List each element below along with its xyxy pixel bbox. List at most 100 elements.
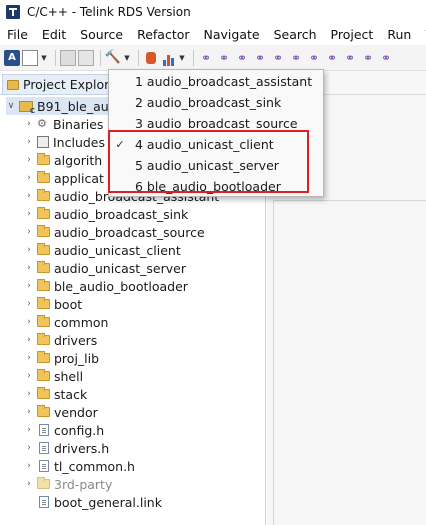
menu-item-config-active[interactable]: ✓ 4 audio_unicast_client	[109, 134, 323, 155]
tree-item-folder[interactable]: › stack	[24, 385, 87, 403]
tree-item-folder[interactable]: › audio_broadcast_source	[24, 223, 205, 241]
chevron-right-icon[interactable]: ›	[24, 461, 34, 471]
menu-source[interactable]: Source	[73, 24, 130, 45]
tree-item-folder[interactable]: › applicat	[24, 169, 104, 187]
menu-window[interactable]: Wi	[418, 24, 426, 45]
menu-item-config[interactable]: 3 audio_broadcast_source	[109, 113, 323, 134]
chevron-right-icon[interactable]: ›	[24, 425, 34, 435]
a-icon[interactable]: A	[4, 49, 20, 66]
link-icon[interactable]: ⚭	[324, 50, 340, 66]
chevron-right-icon[interactable]: ›	[24, 155, 34, 165]
menu-navigate[interactable]: Navigate	[197, 24, 267, 45]
chevron-right-icon[interactable]: ›	[24, 191, 34, 201]
link-icon[interactable]: ⚭	[198, 50, 214, 66]
link-icon[interactable]: ⚭	[342, 50, 358, 66]
chevron-right-icon[interactable]: ›	[24, 335, 34, 345]
link-icon[interactable]: ⚭	[360, 50, 376, 66]
tab-project-explorer[interactable]: Project Explore	[2, 74, 120, 94]
tree-item-folder[interactable]: › 3rd-party	[24, 475, 112, 493]
chevron-right-icon[interactable]: ›	[24, 317, 34, 327]
link-icon[interactable]: ⚭	[234, 50, 250, 66]
tree-item-folder[interactable]: › common	[24, 313, 108, 331]
telink-app-icon	[6, 5, 20, 19]
chevron-right-icon[interactable]: ›	[24, 443, 34, 453]
tab-label: Project Explore	[23, 77, 117, 92]
tree-item-label: audio_broadcast_source	[54, 224, 205, 240]
chevron-right-icon[interactable]: ›	[24, 407, 34, 417]
menu-item-label: 2 audio_broadcast_sink	[135, 95, 282, 110]
tree-item-folder[interactable]: › audio_broadcast_sink	[24, 205, 188, 223]
tree-item-folder[interactable]: › audio_unicast_server	[24, 259, 186, 277]
tree-item-file[interactable]: › drivers.h	[24, 439, 109, 457]
chevron-right-icon[interactable]: ›	[24, 479, 34, 489]
tree-item-label: applicat	[54, 170, 104, 186]
menu-file[interactable]: File	[0, 24, 35, 45]
chart-icon[interactable]	[160, 50, 176, 66]
tree-item-folder[interactable]: › proj_lib	[24, 349, 99, 367]
menu-run[interactable]: Run	[380, 24, 418, 45]
header-file-icon	[39, 460, 49, 472]
menu-item-config[interactable]: 1 audio_broadcast_assistant	[109, 71, 323, 92]
tree-item-file[interactable]: › config.h	[24, 421, 104, 439]
tree-item-file[interactable]: › tl_common.h	[24, 457, 135, 475]
tree-item-folder[interactable]: › shell	[24, 367, 83, 385]
link-icon[interactable]: ⚭	[270, 50, 286, 66]
link-icon[interactable]: ⚭	[306, 50, 322, 66]
menu-edit[interactable]: Edit	[35, 24, 73, 45]
link-icon[interactable]: ⚭	[378, 50, 394, 66]
folder-icon	[37, 315, 50, 327]
menu-item-config[interactable]: 2 audio_broadcast_sink	[109, 92, 323, 113]
menu-project[interactable]: Project	[324, 24, 381, 45]
save-all-icon[interactable]	[78, 49, 94, 66]
check-icon: ✓	[115, 138, 125, 151]
tree-item-file[interactable]: boot_general.link	[37, 493, 162, 511]
new-icon[interactable]	[22, 49, 38, 66]
debug-icon[interactable]	[146, 51, 156, 64]
tree-item-label: proj_lib	[54, 350, 100, 366]
chevron-down-icon[interactable]: ∨	[6, 101, 16, 111]
chevron-right-icon[interactable]: ›	[24, 353, 34, 363]
tree-item-label: stack	[54, 386, 88, 402]
chevron-right-icon[interactable]: ›	[24, 173, 34, 183]
link-icon[interactable]: ⚭	[216, 50, 232, 66]
build-config-dropdown: 1 audio_broadcast_assistant 2 audio_broa…	[108, 69, 324, 197]
link-icon[interactable]: ⚭	[288, 50, 304, 66]
tree-item-folder[interactable]: › algorith	[24, 151, 102, 169]
chevron-right-icon[interactable]: ›	[24, 209, 34, 219]
tree-item-folder[interactable]: › boot	[24, 295, 82, 313]
tree-item-includes[interactable]: › Includes	[24, 133, 105, 151]
menu-item-config[interactable]: 5 audio_unicast_server	[109, 155, 323, 176]
chevron-right-icon[interactable]: ›	[24, 389, 34, 399]
chevron-right-icon[interactable]: ›	[24, 245, 34, 255]
folder-icon	[37, 351, 50, 363]
tree-item-label: config.h	[54, 422, 105, 438]
menu-search[interactable]: Search	[267, 24, 324, 45]
build-dropdown-arrow-icon[interactable]: ▼	[123, 50, 131, 66]
chevron-right-icon[interactable]: ›	[24, 299, 34, 309]
chevron-right-icon[interactable]: ›	[24, 371, 34, 381]
link-icon[interactable]: ⚭	[252, 50, 268, 66]
save-icon[interactable]	[60, 49, 76, 66]
chevron-right-icon[interactable]: ›	[24, 281, 34, 291]
menu-item-config[interactable]: 6 ble_audio_bootloader	[109, 176, 323, 197]
chart-dropdown-arrow-icon[interactable]: ▼	[178, 50, 186, 66]
tree-item-label: audio_unicast_server	[54, 260, 186, 276]
tree-item-binaries[interactable]: › ⚙ Binaries	[24, 115, 103, 133]
tree-item-folder[interactable]: › drivers	[24, 331, 97, 349]
tree-item-label: Binaries	[53, 116, 104, 132]
tree-item-label: drivers.h	[54, 440, 110, 456]
tree-item-label: algorith	[54, 152, 103, 168]
menu-item-label: 4 audio_unicast_client	[135, 137, 274, 152]
new-dropdown-arrow-icon[interactable]: ▼	[40, 50, 48, 66]
tree-item-folder[interactable]: › ble_audio_bootloader	[24, 277, 188, 295]
tree-item-label: shell	[54, 368, 84, 384]
chevron-right-icon[interactable]: ›	[24, 227, 34, 237]
chevron-right-icon[interactable]: ›	[24, 119, 34, 129]
tree-item-folder[interactable]: › audio_unicast_client	[24, 241, 181, 259]
tree-item-project[interactable]: ∨ B91_ble_au	[6, 97, 109, 115]
menu-refactor[interactable]: Refactor	[130, 24, 196, 45]
chevron-right-icon[interactable]: ›	[24, 263, 34, 273]
chevron-right-icon[interactable]: ›	[24, 137, 34, 147]
tree-item-folder[interactable]: › vendor	[24, 403, 98, 421]
hammer-build-icon[interactable]: 🔨	[105, 50, 121, 66]
